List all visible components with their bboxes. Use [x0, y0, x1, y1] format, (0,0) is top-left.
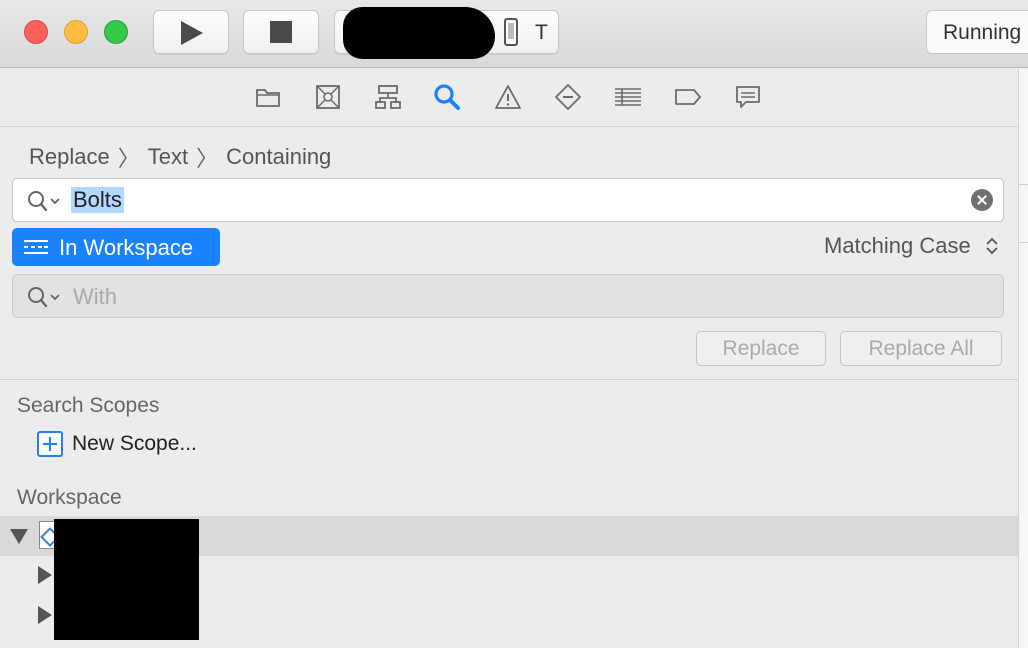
redacted-project-tree [54, 519, 199, 640]
replace-button[interactable]: Replace [696, 331, 826, 366]
close-window-button[interactable] [24, 20, 48, 44]
disclosure-collapsed-icon[interactable] [38, 606, 52, 624]
replace-all-button[interactable]: Replace All [840, 331, 1002, 366]
debug-icon[interactable] [614, 83, 642, 111]
folder-icon[interactable] [254, 83, 282, 111]
updown-chevron-icon [986, 237, 998, 255]
find-mode-breadcrumb[interactable]: Replace 〉 Text 〉 Containing [29, 141, 331, 173]
workspace-heading: Workspace [17, 486, 122, 509]
chevron-right-icon: 〉 [117, 146, 140, 171]
window-toolbar: T Running [0, 0, 1028, 68]
search-options-icon[interactable] [27, 190, 61, 212]
replace-input[interactable]: With [73, 284, 117, 310]
minimize-window-button[interactable] [64, 20, 88, 44]
disclosure-expanded-icon[interactable] [10, 529, 28, 544]
navigator-bar [0, 69, 1018, 127]
issue-icon[interactable] [494, 83, 522, 111]
plus-icon [37, 431, 63, 457]
zoom-window-button[interactable] [104, 20, 128, 44]
stop-button[interactable] [243, 10, 319, 54]
divider [0, 379, 1018, 380]
disclosure-collapsed-icon[interactable] [38, 566, 52, 584]
scheme-destination: T [535, 21, 548, 44]
breadcrumb-replace[interactable]: Replace [29, 144, 110, 170]
search-scope-button[interactable]: In Workspace [12, 228, 220, 266]
breadcrumb-text[interactable]: Text [148, 144, 188, 170]
iphone-icon [504, 18, 518, 46]
source-control-icon[interactable] [314, 83, 342, 111]
new-scope-button[interactable]: New Scope... [37, 431, 197, 457]
scope-icon [24, 240, 48, 254]
matching-case-popup[interactable]: Matching Case [824, 233, 971, 259]
editor-edge [1018, 69, 1028, 648]
breadcrumb-containing[interactable]: Containing [226, 144, 331, 170]
stop-icon [270, 21, 292, 43]
test-icon[interactable] [554, 83, 582, 111]
search-scopes-heading: Search Scopes [17, 394, 160, 417]
replace-with-field[interactable]: With [12, 274, 1004, 318]
run-button[interactable] [153, 10, 229, 54]
clear-search-icon[interactable] [971, 189, 993, 211]
search-input[interactable]: Bolts [71, 187, 124, 213]
find-search-field[interactable]: Bolts [12, 178, 1004, 222]
breakpoint-icon[interactable] [674, 83, 702, 111]
activity-status: Running [926, 10, 1028, 54]
redacted-scheme-name [343, 7, 495, 59]
find-icon[interactable] [433, 83, 461, 111]
play-icon [181, 21, 203, 45]
new-scope-label: New Scope... [72, 432, 197, 455]
search-options-icon [28, 287, 60, 308]
scope-label: In Workspace [59, 235, 194, 260]
chevron-right-icon: 〉 [196, 146, 219, 171]
scheme-selector[interactable]: T [334, 7, 559, 59]
hierarchy-icon[interactable] [374, 83, 402, 111]
report-icon[interactable] [734, 83, 762, 111]
